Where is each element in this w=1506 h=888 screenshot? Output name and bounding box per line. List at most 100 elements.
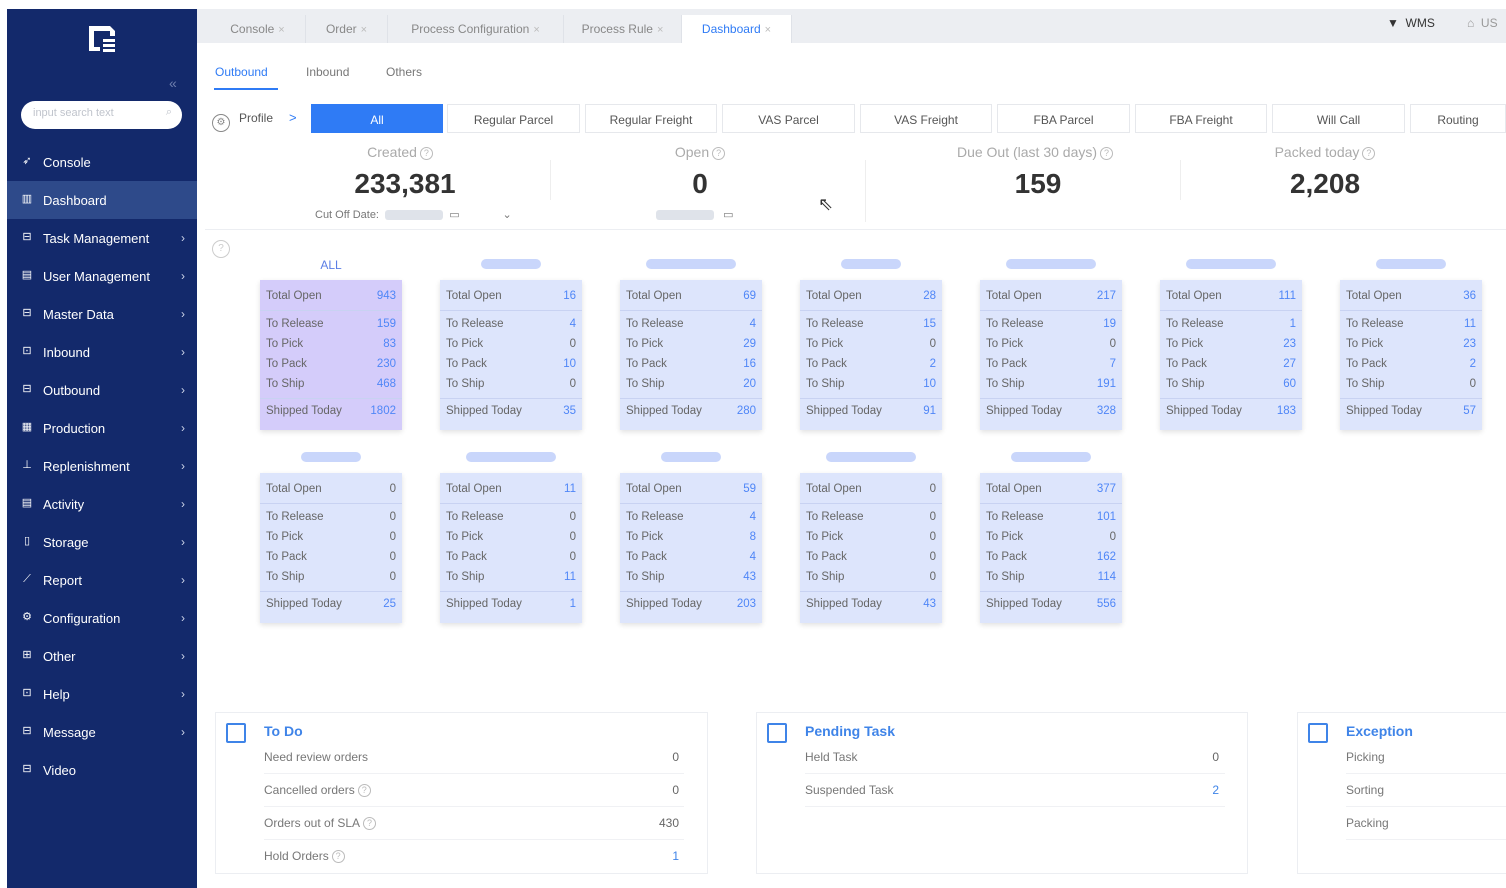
warehouse-card[interactable]: Total Open 217 To Release 19 To Pick 0 To Pack… [980,280,1122,430]
card-row-to-ship[interactable]: To Ship 191 [986,378,1116,394]
user-menu[interactable]: ⌂ US [1467,16,1498,30]
warehouse-card[interactable]: Total Open 16 To Release 4 To Pick 0 To Pack 10… [440,280,582,430]
card-row-value[interactable]: 2 [1470,358,1476,370]
warehouse-card[interactable]: Total Open 377 To Release 101 To Pick 0 To Pac… [980,473,1122,623]
card-row-value[interactable]: 183 [1277,405,1296,417]
card-row-value[interactable]: 59 [743,483,756,495]
card-row-to-pack[interactable]: To Pack 4 [626,551,756,567]
sidebar-item-replenishment[interactable]: ⊥ Replenishment › [7,447,197,485]
profile-label[interactable]: Profile [239,111,273,125]
card-row-to-pick[interactable]: To Pick 23 [1346,338,1476,354]
card-row-to-ship[interactable]: To Ship 0 [446,378,576,394]
help-icon[interactable]: ? [363,817,377,831]
card-row-value[interactable]: 943 [377,290,396,302]
card-row-total-open[interactable]: Total Open 0 [806,483,936,499]
card-row-to-release[interactable]: To Release 0 [446,511,576,527]
card-row-value[interactable]: 0 [1110,338,1116,350]
card-row-value[interactable]: 8 [750,531,756,543]
card-row-value[interactable]: 203 [737,598,756,610]
sidebar-item-master-data[interactable]: ⊟ Master Data › [7,295,197,333]
sidebar-item-console[interactable]: ➶ Console [7,143,197,181]
card-row-value[interactable]: 0 [930,551,936,563]
card-row-value[interactable]: 0 [1110,531,1116,543]
card-row-to-pack[interactable]: To Pack 2 [1346,358,1476,374]
card-row-value[interactable]: 1 [570,598,576,610]
help-icon[interactable]: ? [419,146,433,160]
card-row-value[interactable]: 11 [564,483,576,495]
card-row-to-ship[interactable]: To Ship 11 [446,571,576,587]
close-icon[interactable]: × [533,24,539,36]
card-row-to-release[interactable]: To Release 1 [1166,318,1296,334]
help-icon[interactable]: ? [1100,146,1114,160]
card-row-to-pack[interactable]: To Pack 2 [806,358,936,374]
warehouse-card[interactable]: Total Open 59 To Release 4 To Pick 8 To Pack 4 T… [620,473,762,623]
card-row-to-pick[interactable]: To Pick 83 [266,338,396,354]
sidebar-item-other[interactable]: ⊞ Other › [7,637,197,675]
warehouse-card[interactable]: Total Open 943 To Release 159 To Pick 83 To Pa… [260,280,402,430]
card-row-total-open[interactable]: Total Open 217 [986,290,1116,306]
wms-selector[interactable]: ▼ WMS [1387,16,1435,30]
card-row-to-pack[interactable]: To Pack 0 [446,551,576,567]
card-row-shipped-today[interactable]: Shipped Today 25 [266,598,396,614]
card-row-total-open[interactable]: Total Open 111 [1166,290,1296,306]
card-row-total-open[interactable]: Total Open 69 [626,290,756,306]
category-fba-freight[interactable]: FBA Freight [1135,104,1267,133]
card-row-value[interactable]: 0 [570,531,576,543]
card-row-to-release[interactable]: To Release 0 [266,511,396,527]
help-icon[interactable]: ? [357,784,371,798]
tab-process-configuration[interactable]: Process Configuration × [388,15,564,43]
card-row-to-pack[interactable]: To Pack 0 [806,551,936,567]
card-row-to-ship[interactable]: To Ship 0 [266,571,396,587]
card-row-value[interactable]: 7 [1110,358,1116,370]
card-row-value[interactable]: 11 [564,571,576,583]
chevron-right-icon[interactable]: > [289,110,297,125]
card-row-shipped-today[interactable]: Shipped Today 43 [806,598,936,614]
card-row-value[interactable]: 0 [390,531,396,543]
sidebar-item-help[interactable]: ⊡ Help › [7,675,197,713]
card-row-total-open[interactable]: Total Open 16 [446,290,576,306]
card-row-value[interactable]: 10 [563,358,576,370]
search-icon[interactable]: ⌕ [166,106,172,119]
cutoff-date-field[interactable]: Cut Off Date: ▭ ⌄ [315,208,512,221]
todo-row-value[interactable]: 1 [672,849,679,863]
card-row-value[interactable]: 0 [390,483,396,495]
card-row-value[interactable]: 4 [570,318,576,330]
card-row-shipped-today[interactable]: Shipped Today 1802 [266,405,396,421]
sidebar-item-outbound[interactable]: ⊟ Outbound › [7,371,197,409]
card-row-shipped-today[interactable]: Shipped Today 1 [446,598,576,614]
warehouse-card[interactable]: Total Open 69 To Release 4 To Pick 29 To Pack 1… [620,280,762,430]
sidebar-item-storage[interactable]: ▯ Storage › [7,523,197,561]
card-row-to-ship[interactable]: To Ship 468 [266,378,396,394]
card-row-to-pack[interactable]: To Pack 16 [626,358,756,374]
card-row-value[interactable]: 0 [570,551,576,563]
card-row-to-pick[interactable]: To Pick 0 [806,338,936,354]
todo-row-value[interactable]: 0 [672,783,679,797]
card-row-to-pack[interactable]: To Pack 230 [266,358,396,374]
card-row-to-pick[interactable]: To Pick 0 [986,338,1116,354]
card-row-to-release[interactable]: To Release 4 [446,318,576,334]
card-row-value[interactable]: 0 [390,571,396,583]
warehouse-card[interactable]: Total Open 36 To Release 11 To Pick 23 To Pack… [1340,280,1482,430]
card-row-value[interactable]: 11 [1464,318,1476,330]
tab-order[interactable]: Order × [306,15,388,43]
card-row-to-release[interactable]: To Release 15 [806,318,936,334]
card-row-value[interactable]: 27 [1283,358,1296,370]
card-row-value[interactable]: 0 [390,551,396,563]
card-row-value[interactable]: 114 [1098,571,1116,583]
sidebar-item-production[interactable]: ▦ Production › [7,409,197,447]
card-row-shipped-today[interactable]: Shipped Today 57 [1346,405,1476,421]
card-row-to-release[interactable]: To Release 0 [806,511,936,527]
subtab-inbound[interactable]: Inbound [306,65,349,79]
card-row-to-pick[interactable]: To Pick 0 [806,531,936,547]
help-icon[interactable]: ? [712,146,726,160]
help-icon[interactable]: ? [331,850,345,864]
warehouse-card[interactable]: Total Open 0 To Release 0 To Pick 0 To Pack 0 To… [260,473,402,623]
open-date-field[interactable]: ▭ [656,208,734,221]
help-icon[interactable]: ? [212,240,230,258]
card-row-to-pack[interactable]: To Pack 7 [986,358,1116,374]
card-row-value[interactable]: 43 [923,598,936,610]
card-row-to-release[interactable]: To Release 11 [1346,318,1476,334]
card-row-to-ship[interactable]: To Ship 20 [626,378,756,394]
card-row-value[interactable]: 0 [390,511,396,523]
card-row-total-open[interactable]: Total Open 36 [1346,290,1476,306]
